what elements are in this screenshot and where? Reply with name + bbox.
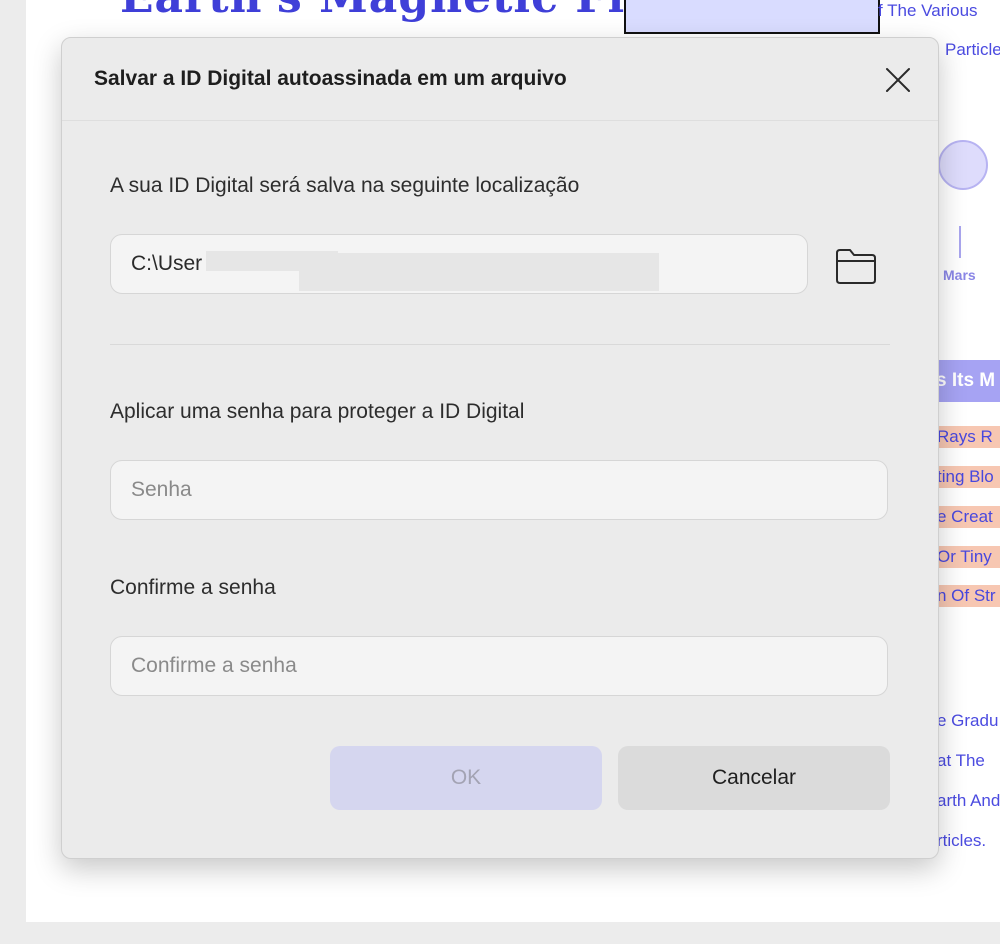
cancel-button[interactable]: Cancelar [618, 746, 890, 810]
document-text: Particle [945, 40, 1000, 59]
confirm-password-input[interactable]: Confirme a senha [110, 636, 888, 696]
dialog-title: Salvar a ID Digital autoassinada em um a… [94, 67, 567, 90]
browse-folder-button[interactable] [834, 244, 878, 288]
section-banner: s Its M [930, 360, 1000, 402]
document-heading: Earth's Magnetic Fie [120, 0, 654, 23]
ok-button[interactable]: OK [330, 746, 602, 810]
document-text: e Gradu [937, 711, 999, 730]
highlighted-text: Rays R [937, 426, 1000, 448]
file-path-value: C:\User [131, 252, 203, 275]
confirm-password-label: Confirme a senha [110, 576, 276, 599]
planet-connector [959, 226, 961, 258]
location-label: A sua ID Digital será salva na seguinte … [110, 174, 580, 197]
highlighted-text: e Creat [937, 506, 1000, 528]
document-text: arth And [937, 791, 1000, 810]
highlighted-text: ting Blo [937, 466, 1000, 488]
password-input[interactable]: Senha [110, 460, 888, 520]
document-text: f The Various [878, 1, 978, 20]
password-label: Aplicar uma senha para proteger a ID Dig… [110, 400, 525, 423]
save-digital-id-dialog: Salvar a ID Digital autoassinada em um a… [61, 37, 939, 859]
close-icon [886, 68, 910, 92]
file-path-field[interactable]: C:\User [110, 234, 808, 294]
dialog-header: Salvar a ID Digital autoassinada em um a… [62, 38, 938, 121]
close-button[interactable] [880, 62, 916, 98]
highlighted-text: Or Tiny [937, 546, 1000, 568]
document-text: at The [937, 751, 985, 770]
planet-circle [938, 140, 988, 190]
planet-label: Mars [943, 267, 976, 283]
document-box [624, 0, 880, 34]
highlighted-text: n Of Str [937, 585, 1000, 607]
folder-icon [836, 249, 876, 284]
document-text: rticles. [937, 831, 987, 850]
section-divider [110, 344, 890, 345]
redacted-path [299, 253, 659, 291]
